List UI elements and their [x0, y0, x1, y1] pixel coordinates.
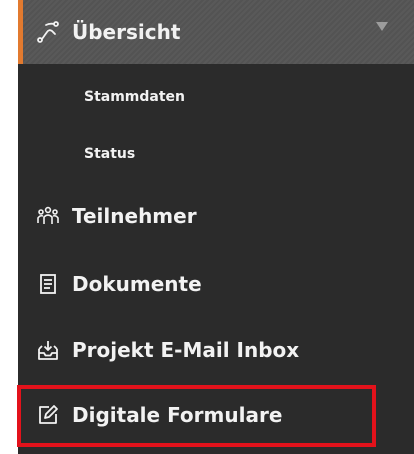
nav-item-teilnehmer[interactable]: Teilnehmer [18, 196, 414, 236]
nav-item-label: Digitale Formulare [72, 403, 283, 427]
subnav-item-stammdaten[interactable]: Stammdaten [84, 89, 185, 105]
nav-item-uebersicht[interactable]: Übersicht [18, 0, 414, 64]
route-icon [36, 20, 60, 44]
users-group-icon [36, 204, 60, 228]
inbox-icon [36, 338, 60, 362]
document-icon [36, 272, 60, 296]
nav-item-label: Projekt E-Mail Inbox [72, 338, 300, 362]
nav-item-dokumente[interactable]: Dokumente [18, 264, 414, 304]
chevron-down-icon[interactable] [376, 22, 388, 31]
sidebar-nav: Übersicht Stammdaten Status Teilnehmer D… [18, 0, 414, 454]
subnav-item-status[interactable]: Status [84, 146, 135, 162]
nav-item-label: Dokumente [72, 272, 202, 296]
nav-item-label: Übersicht [72, 20, 181, 44]
nav-item-digitale-formulare[interactable]: Digitale Formulare [18, 395, 414, 435]
nav-item-projekt-email-inbox[interactable]: Projekt E-Mail Inbox [18, 330, 414, 370]
edit-form-icon [36, 403, 60, 427]
nav-item-label: Teilnehmer [72, 204, 197, 228]
